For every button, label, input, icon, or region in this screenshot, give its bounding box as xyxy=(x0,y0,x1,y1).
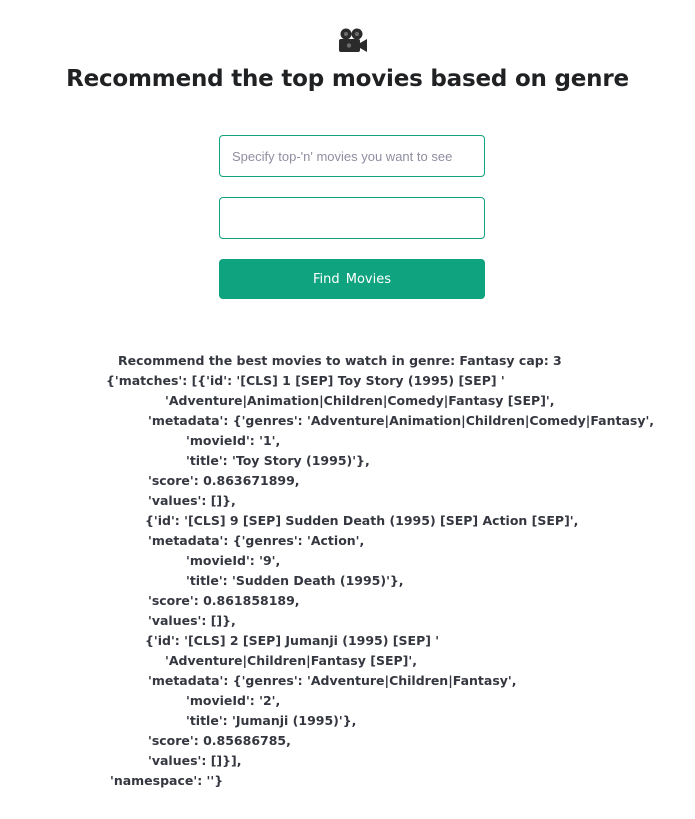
result-line: 'score': 0.863671899, xyxy=(148,473,300,488)
find-movies-button[interactable]: Find Movies xyxy=(219,259,485,299)
result-line: 'movieId': '1', xyxy=(186,433,281,448)
result-line: 'values': []}, xyxy=(148,613,236,628)
result-line: {'id': '[CLS] 9 [SEP] Sudden Death (1995… xyxy=(145,513,579,528)
result-line: 'movieId': '2', xyxy=(186,693,281,708)
result-line: 'values': []}, xyxy=(148,493,236,508)
movie-camera-icon xyxy=(339,28,367,52)
result-line: {'matches': [{'id': '[CLS] 1 [SEP] Toy S… xyxy=(106,373,505,388)
result-line: {'id': '[CLS] 2 [SEP] Jumanji (1995) [SE… xyxy=(145,633,440,648)
result-line: 'score': 0.861858189, xyxy=(148,593,300,608)
result-line: 'Adventure|Animation|Children|Comedy|Fan… xyxy=(165,393,555,408)
result-line: 'movieId': '9', xyxy=(186,553,281,568)
result-line: Recommend the best movies to watch in ge… xyxy=(118,353,562,368)
genre-input[interactable] xyxy=(219,197,485,239)
result-line: 'title': 'Sudden Death (1995)'}, xyxy=(186,573,404,588)
result-line: 'title': 'Toy Story (1995)'}, xyxy=(186,453,370,468)
top-n-input[interactable] xyxy=(219,135,485,177)
result-line: 'values': []}], xyxy=(148,753,242,768)
result-line: 'namespace': ''} xyxy=(110,773,224,788)
result-line: 'metadata': {'genres': 'Action', xyxy=(148,533,365,548)
page-title: Recommend the top movies based on genre xyxy=(66,66,629,92)
result-line: 'score': 0.85686785, xyxy=(148,733,291,748)
result-line: 'Adventure|Children|Fantasy [SEP]', xyxy=(165,653,417,668)
result-line: 'title': 'Jumanji (1995)'}, xyxy=(186,713,357,728)
result-line: 'metadata': {'genres': 'Adventure|Animat… xyxy=(148,413,655,428)
result-line: 'metadata': {'genres': 'Adventure|Childr… xyxy=(148,673,517,688)
